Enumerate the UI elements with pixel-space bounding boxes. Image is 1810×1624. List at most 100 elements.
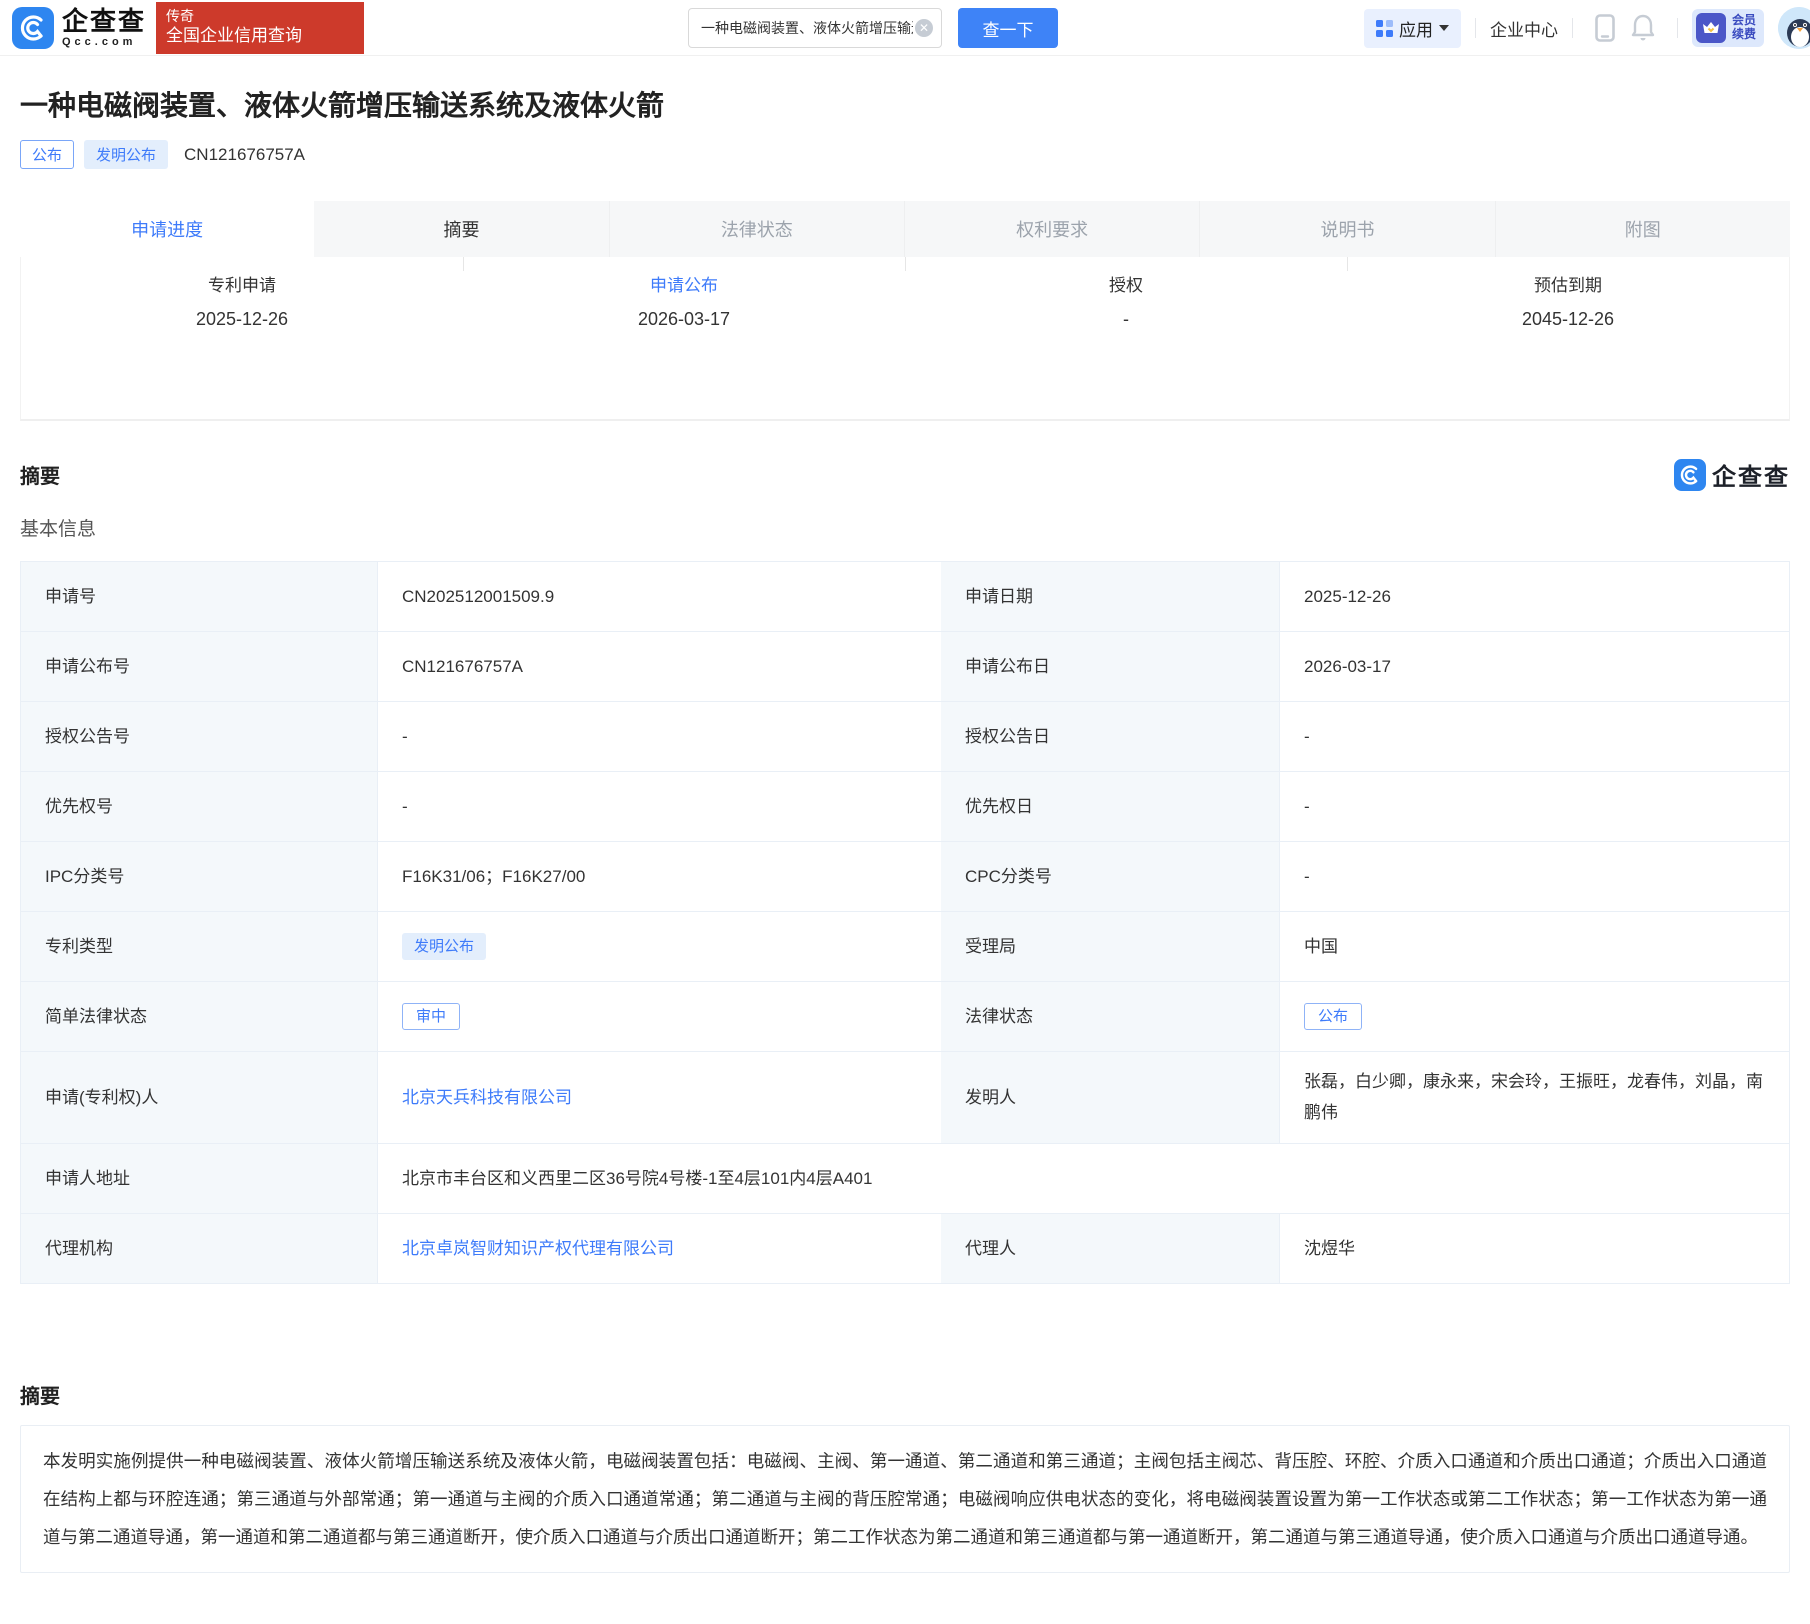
apps-grid-icon — [1376, 20, 1393, 37]
divider — [1572, 18, 1573, 38]
priority-date: - — [1279, 772, 1789, 842]
row-label: 申请号 — [21, 562, 377, 632]
vip-line1: 会员 — [1732, 14, 1756, 28]
timeline-expiry: 预估到期 2045-12-26 — [1347, 271, 1789, 419]
type-badge: 发明公布 — [84, 140, 168, 169]
crown-icon — [1696, 13, 1726, 43]
row-label: 简单法律状态 — [21, 982, 377, 1052]
notification-bell-icon[interactable] — [1631, 14, 1655, 42]
applicant-link[interactable]: 北京天兵科技有限公司 — [402, 1082, 572, 1113]
apps-menu[interactable]: 应用 — [1364, 9, 1461, 48]
brand-name: 企查查 — [62, 8, 146, 34]
application-date: 2025-12-26 — [1279, 562, 1789, 632]
tab-abstract[interactable]: 摘要 — [314, 201, 608, 257]
row-label: CPC分类号 — [941, 842, 1279, 912]
receiving-office: 中国 — [1279, 912, 1789, 982]
inventors: 张磊，白少卿，康永来，宋会玲，王振旺，龙春伟，刘晶，南鹏伟 — [1279, 1052, 1789, 1144]
row-label: 申请人地址 — [21, 1144, 377, 1214]
agency-link[interactable]: 北京卓岚智财知识产权代理有限公司 — [402, 1233, 674, 1264]
publication-number-cell: CN121676757A — [377, 632, 941, 702]
qcc-logo[interactable]: 企查查 Qcc.com — [12, 7, 146, 49]
tab-drawings[interactable]: 附图 — [1495, 201, 1790, 257]
row-label: 申请公布号 — [21, 632, 377, 702]
divider — [1475, 18, 1476, 38]
timeline-label: 专利申请 — [21, 271, 463, 296]
enterprise-center-link[interactable]: 企业中心 — [1490, 16, 1558, 41]
patent-type: 发明公布 — [377, 912, 941, 982]
row-label: 专利类型 — [21, 912, 377, 982]
legal-status-badge: 公布 — [1304, 1003, 1362, 1031]
agent: 沈煜华 — [1279, 1214, 1789, 1284]
grant-number: - — [377, 702, 941, 772]
simple-legal-status: 审中 — [377, 982, 941, 1052]
row-label: 发明人 — [941, 1052, 1279, 1144]
tab-application-progress[interactable]: 申请进度 — [20, 201, 314, 257]
row-label: 授权公告号 — [21, 702, 377, 772]
clear-search-icon[interactable]: ✕ — [915, 19, 933, 37]
row-label: 代理机构 — [21, 1214, 377, 1284]
promo-banner: 传奇 全国企业信用查询 — [156, 2, 364, 54]
timeline-date: - — [905, 309, 1347, 330]
row-label: 授权公告日 — [941, 702, 1279, 772]
vip-label: 会员 续费 — [1732, 14, 1756, 42]
search-box: ✕ — [688, 8, 942, 48]
abstract-section-header: 摘要 企查查 — [20, 457, 1790, 492]
patent-badges: 公布 发明公布 CN121676757A — [20, 140, 1790, 169]
qcc-logo-icon — [1674, 459, 1706, 491]
qcc-logo-icon — [12, 7, 54, 49]
section-title-abstract: 摘要 — [20, 460, 60, 489]
user-avatar[interactable] — [1778, 7, 1810, 49]
tab-claims[interactable]: 权利要求 — [904, 201, 1199, 257]
timeline-label: 授权 — [905, 271, 1347, 296]
vip-renew-button[interactable]: 会员 续费 — [1692, 9, 1764, 47]
applicant-address: 北京市丰台区和义西里二区36号院4号楼-1至4层101内4层A401 — [377, 1144, 1789, 1214]
timeline-date: 2025-12-26 — [21, 309, 463, 330]
abstract-bottom-heading: 摘要 — [20, 1380, 1790, 1409]
timeline-date: 2045-12-26 — [1347, 309, 1789, 330]
timeline-date: 2026-03-17 — [463, 309, 905, 330]
search-button[interactable]: 查一下 — [958, 8, 1058, 48]
basic-info-table: 申请号 CN202512001509.9 申请日期 2025-12-26 申请公… — [20, 561, 1790, 1284]
apps-label: 应用 — [1399, 16, 1433, 41]
timeline-grant: 授权 - — [905, 271, 1347, 419]
patent-title: 一种电磁阀装置、液体火箭增压输送系统及液体火箭 — [20, 86, 1790, 126]
promo-line1: 传奇 — [166, 7, 354, 25]
tab-description[interactable]: 说明书 — [1199, 201, 1494, 257]
timeline-label: 预估到期 — [1347, 271, 1789, 296]
row-label: 申请(专利权)人 — [21, 1052, 377, 1144]
search-input[interactable] — [689, 9, 915, 47]
timeline-application: 专利申请 2025-12-26 — [21, 271, 463, 419]
divider — [1677, 18, 1678, 38]
patent-type-badge: 发明公布 — [402, 933, 486, 961]
applicant: 北京天兵科技有限公司 — [377, 1052, 941, 1144]
qcc-watermark-text: 企查查 — [1712, 457, 1790, 492]
brand-domain: Qcc.com — [62, 37, 146, 48]
row-label: 法律状态 — [941, 982, 1279, 1052]
divider — [905, 257, 906, 271]
promo-line2: 全国企业信用查询 — [166, 25, 354, 47]
qcc-watermark-logo: 企查查 — [1674, 457, 1790, 492]
row-label: 受理局 — [941, 912, 1279, 982]
legal-status: 公布 — [1279, 982, 1789, 1052]
status-badge: 公布 — [20, 140, 74, 169]
agency: 北京卓岚智财知识产权代理有限公司 — [377, 1214, 941, 1284]
row-label: 申请公布日 — [941, 632, 1279, 702]
top-header: 企查查 Qcc.com 传奇 全国企业信用查询 ✕ 查一下 应用 企业中心 — [0, 0, 1810, 56]
priority-number: - — [377, 772, 941, 842]
row-label: 代理人 — [941, 1214, 1279, 1284]
divider — [463, 257, 464, 271]
qcc-logo-text: 企查查 Qcc.com — [62, 8, 146, 48]
row-label: 申请日期 — [941, 562, 1279, 632]
row-label: 优先权日 — [941, 772, 1279, 842]
grant-date: - — [1279, 702, 1789, 772]
abstract-text: 本发明实施例提供一种电磁阀装置、液体火箭增压输送系统及液体火箭，电磁阀装置包括：… — [20, 1425, 1790, 1573]
vip-line2: 续费 — [1732, 28, 1756, 42]
timeline-label: 申请公布 — [463, 271, 905, 296]
simple-legal-status-badge: 审中 — [402, 1003, 460, 1031]
mobile-app-icon[interactable] — [1595, 14, 1615, 42]
tab-legal-status[interactable]: 法律状态 — [609, 201, 904, 257]
publication-number: CN121676757A — [184, 145, 305, 165]
header-right: 应用 企业中心 会员 续费 — [1364, 0, 1810, 56]
patent-timeline: 专利申请 2025-12-26 申请公布 2026-03-17 授权 - 预估到… — [20, 257, 1790, 421]
divider — [1347, 257, 1348, 271]
